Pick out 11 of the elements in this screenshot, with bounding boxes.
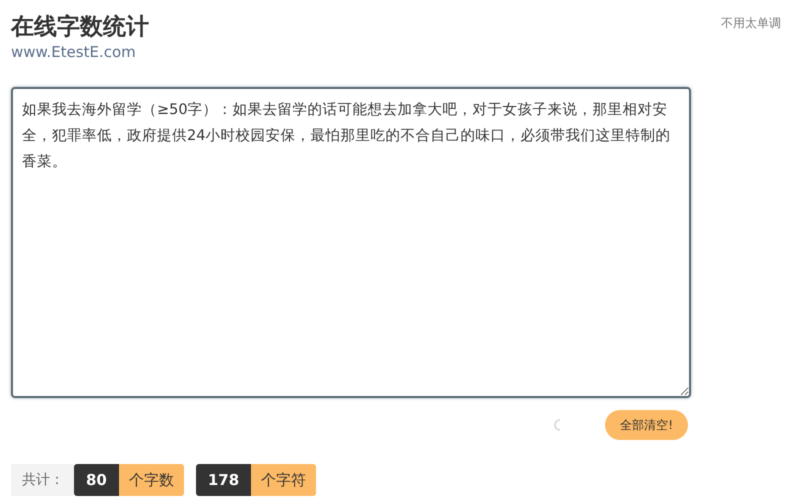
clear-all-button[interactable]: 全部清空! (605, 410, 688, 440)
tagline: 不用太单调 (721, 15, 781, 32)
loading-spinner-icon (553, 419, 562, 431)
site-url: www.EtestE.com (11, 42, 137, 62)
text-input-field[interactable]: 如果我去海外留学（≥50字）：如果去留学的话可能想去加拿大吧，对于女孩子来说，那里相对安全，犯罪率低，政府提供24小时校园安保，最怕那里吃的不合自己的味口，必须带我们这里特制的香菜。 (11, 87, 691, 398)
count-unit: 个字符 (251, 464, 316, 496)
total-label: 共计： (11, 464, 74, 496)
site-title: 在线字数统计 (11, 13, 149, 42)
count-value: 80 (74, 464, 119, 496)
count-unit: 个字数 (118, 464, 184, 496)
count-value: 178 (196, 464, 252, 496)
